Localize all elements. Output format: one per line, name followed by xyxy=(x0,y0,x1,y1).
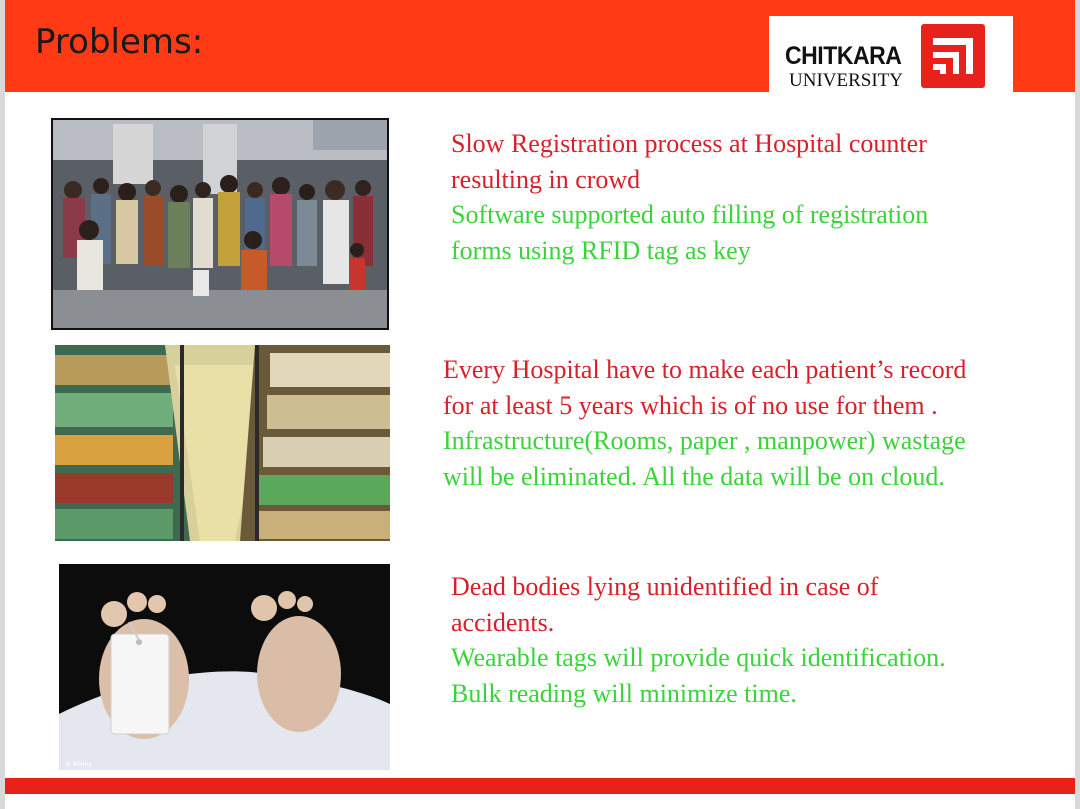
problem-line: Slow Registration process at Hospital co… xyxy=(451,129,927,158)
problem-line: resulting in crowd xyxy=(451,164,641,194)
problem-item-registration: Slow Registration process at Hospital co… xyxy=(451,126,1051,268)
solution-line: Infrastructure(Rooms, paper , manpower) … xyxy=(443,426,966,455)
logo-mark-icon xyxy=(921,24,985,88)
solution-line: Software supported auto filling of regis… xyxy=(451,200,929,229)
solution-line: Bulk reading will minimize time. xyxy=(451,678,797,708)
file-archive-photo xyxy=(55,345,390,541)
header-bar: Problems: CHITKARA UNIVERSITY xyxy=(5,0,1075,92)
solution-line: forms using RFID tag as key xyxy=(451,235,751,265)
toe-tag-photo: © Alamy xyxy=(59,564,390,770)
logo-subtitle: UNIVERSITY xyxy=(789,70,903,91)
solution-line: will be eliminated. All the data will be… xyxy=(443,461,945,491)
photo-credit: © Alamy xyxy=(65,761,92,768)
university-logo: CHITKARA UNIVERSITY xyxy=(769,16,1013,92)
logo-name: CHITKARA xyxy=(785,42,902,70)
problem-item-records: Every Hospital have to make each patient… xyxy=(443,352,1063,494)
hospital-crowd-photo xyxy=(51,118,389,330)
problem-line: Every Hospital have to make each patient… xyxy=(443,355,967,384)
problem-line: accidents. xyxy=(451,607,555,637)
slide: Problems: CHITKARA UNIVERSITY © Alamy Sl… xyxy=(5,0,1075,809)
problem-line: for at least 5 years which is of no use … xyxy=(443,390,938,420)
solution-line: Wearable tags will provide quick identif… xyxy=(451,643,946,672)
slide-title: Problems: xyxy=(35,22,204,62)
footer-bar xyxy=(5,778,1075,794)
problem-line: Dead bodies lying unidentified in case o… xyxy=(451,572,879,601)
problem-item-identification: Dead bodies lying unidentified in case o… xyxy=(451,569,1051,711)
